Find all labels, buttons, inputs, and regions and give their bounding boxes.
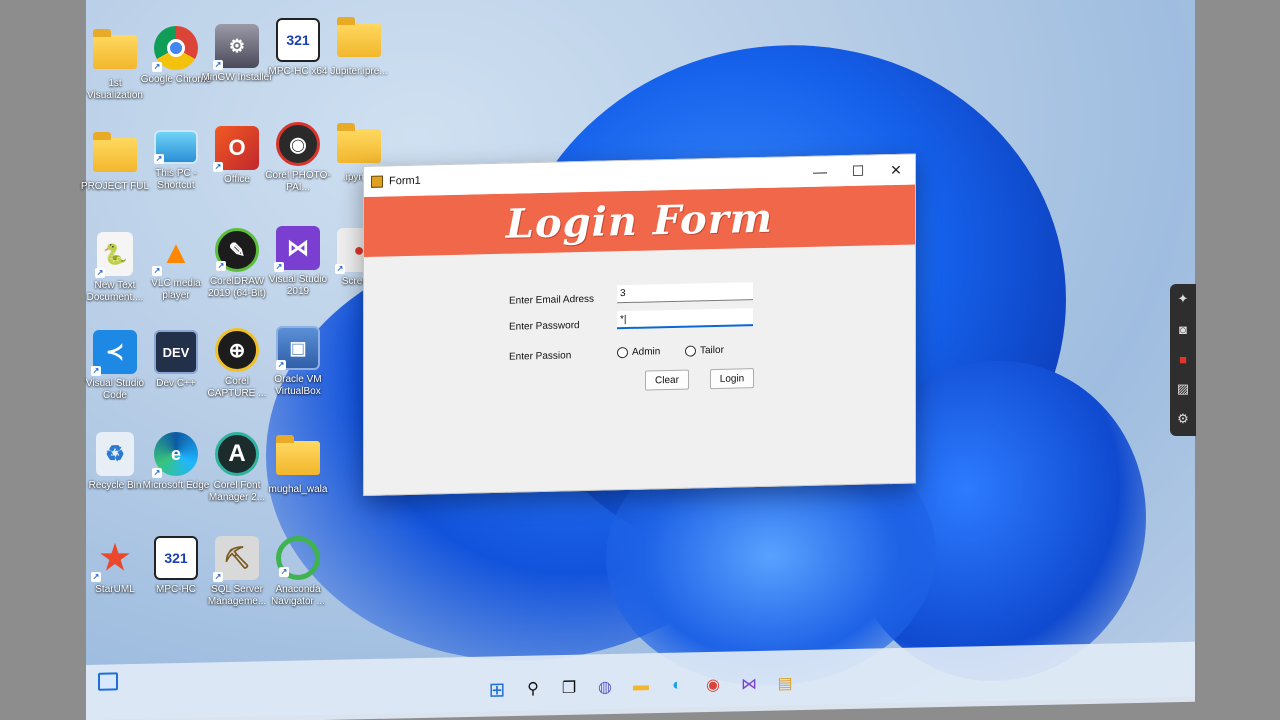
camera-icon: ◉ bbox=[276, 122, 320, 166]
desktop-icon-mughal-wala[interactable]: mughal_wala bbox=[265, 435, 331, 496]
tailor-radio-label: Tailor bbox=[700, 344, 724, 357]
email-field[interactable] bbox=[617, 282, 753, 304]
form-area: Enter Email Adress Enter Password Enter … bbox=[364, 244, 915, 495]
edge-icon: e ↗ bbox=[152, 432, 198, 478]
form-icon bbox=[371, 175, 383, 188]
recycle-bin-icon: ♻ bbox=[96, 432, 134, 476]
chat-icon[interactable]: ◍ bbox=[594, 676, 616, 698]
login-button[interactable]: Login bbox=[710, 368, 754, 390]
font-manager-icon: A bbox=[215, 432, 259, 476]
capture-icon: ⊕ bbox=[215, 328, 259, 372]
login-window: Form1 — ☐ ✕ Login Form Enter Email Adres… bbox=[363, 153, 916, 496]
vlc-icon: ▲ ↗ bbox=[152, 233, 192, 276]
pin-icon[interactable]: ✦ bbox=[1174, 290, 1192, 308]
radio-circle bbox=[617, 346, 628, 359]
clear-button[interactable]: Clear bbox=[645, 369, 689, 391]
settings-icon[interactable]: ⚙ bbox=[1174, 410, 1192, 428]
password-label: Enter Password bbox=[509, 320, 580, 333]
monitor-icon: ↗ bbox=[154, 130, 198, 164]
banner-title: Login Form bbox=[505, 194, 774, 248]
desktop-icon-jupiter[interactable]: Jupiter.ipre... bbox=[326, 17, 392, 78]
desktop-icon-visual-studio-2019[interactable]: ⋈ ↗ Visual Studio 2019 bbox=[265, 226, 331, 298]
mpc-icon: 321 bbox=[276, 18, 320, 62]
desktop-icon-this-pc[interactable]: ↗ This PC - Shortcut bbox=[143, 130, 209, 192]
installer-icon: ⚙ ↗ bbox=[213, 24, 259, 70]
desktop-icon-project-ful[interactable]: PROJECT FUL bbox=[81, 132, 149, 193]
desktop-icon-sql-server[interactable]: ⛏ ↗ SQL Server Manageme... bbox=[204, 536, 270, 608]
admin-radio[interactable]: Admin bbox=[617, 346, 661, 359]
vscode-icon: ≺ ↗ bbox=[91, 330, 137, 376]
folder-icon bbox=[93, 132, 137, 177]
desktop-icon-corel-font-manager[interactable]: A Corel Font Manager 2... bbox=[204, 432, 270, 504]
radio-circle bbox=[685, 345, 696, 357]
desktop-icon-google-chrome[interactable]: ↗ Google Chrome bbox=[141, 26, 211, 86]
desktop-icon-microsoft-edge[interactable]: e ↗ Microsoft Edge bbox=[143, 432, 209, 492]
chrome-icon[interactable]: ◉ bbox=[702, 674, 724, 696]
admin-radio-label: Admin bbox=[632, 346, 661, 358]
devcpp-icon: DEV bbox=[154, 330, 198, 374]
tailor-radio[interactable]: Tailor bbox=[685, 345, 724, 357]
python-file-icon: 🐍 ↗ bbox=[95, 232, 133, 278]
email-label: Enter Email Adress bbox=[509, 293, 595, 307]
anaconda-icon: ↗ bbox=[276, 536, 320, 580]
icon-label: Jupiter.ipre... bbox=[330, 66, 388, 77]
visual-studio-icon[interactable]: ⋈ bbox=[738, 673, 760, 695]
desktop-icon-mingw[interactable]: ⚙ ↗ MinGW Installer bbox=[201, 24, 273, 84]
desktop-icon-office[interactable]: O ↗ Office bbox=[204, 126, 270, 186]
icon-label: mughal_wala bbox=[268, 484, 328, 495]
desktop-icon-vlc[interactable]: ▲ ↗ VLC media player bbox=[143, 230, 209, 302]
folder-icon bbox=[337, 123, 381, 168]
record-icon[interactable]: ■ bbox=[1174, 350, 1192, 368]
maximize-button[interactable]: ☐ bbox=[839, 155, 877, 186]
mpc-icon: 321 bbox=[154, 536, 198, 580]
folder-icon bbox=[337, 17, 381, 62]
desktop-icon-staruml[interactable]: ★ ↗ StarUML bbox=[82, 536, 148, 596]
gallery-icon[interactable]: ▨ bbox=[1174, 380, 1192, 398]
search-icon[interactable]: ⚲ bbox=[522, 677, 544, 699]
taskbar-icons: ⊞ ⚲ ❐ ◍ ▬ ◐ ◉ ⋈ ▤ bbox=[486, 672, 796, 701]
folder-icon bbox=[93, 29, 137, 74]
star-icon: ★ ↗ bbox=[91, 539, 131, 582]
virtualbox-icon: ▣ ↗ bbox=[276, 326, 320, 370]
close-button[interactable]: ✕ bbox=[877, 154, 915, 185]
camera-icon[interactable]: ◙ bbox=[1174, 320, 1192, 338]
visual-studio-icon: ⋈ ↗ bbox=[274, 226, 320, 272]
start-icon[interactable]: ⊞ bbox=[486, 678, 508, 701]
passion-label: Enter Passion bbox=[509, 350, 572, 363]
desktop-icon-anaconda[interactable]: ↗ Anaconda Navigator ... bbox=[265, 536, 331, 608]
coreldraw-icon: ✎ ↗ bbox=[215, 228, 259, 272]
password-field[interactable] bbox=[617, 308, 753, 330]
desktop-icon-dev-cpp[interactable]: DEV Dev C++ bbox=[143, 330, 209, 390]
desktop-icon-mpc-hc[interactable]: 321 MPC-HC bbox=[143, 536, 209, 596]
explorer-icon[interactable]: ▬ bbox=[630, 675, 652, 697]
window-title: Form1 bbox=[389, 174, 421, 188]
minimize-button[interactable]: — bbox=[801, 156, 839, 187]
desktop-icon-new-text-document[interactable]: 🐍 ↗ New Text Document.... bbox=[82, 232, 148, 304]
icon-label: Anaconda Navigator ... bbox=[271, 584, 325, 607]
edge-icon[interactable]: ◐ bbox=[666, 674, 688, 696]
desktop-icon-1st-visualization[interactable]: 1st Visualization bbox=[82, 29, 148, 102]
widgets-icon[interactable] bbox=[98, 672, 118, 691]
desktop-icon-virtualbox[interactable]: ▣ ↗ Oracle VM VirtualBox bbox=[265, 326, 331, 398]
desktop-icon-coreldraw[interactable]: ✎ ↗ CorelDRAW 2019 (64-Bit) bbox=[204, 228, 270, 300]
capture-toolbar: ✦ ◙ ■ ▨ ⚙ bbox=[1170, 284, 1196, 436]
desktop-icon-mpc-hc-x64[interactable]: 321 MPC-HC x64 bbox=[265, 18, 331, 78]
taskview-icon[interactable]: ❐ bbox=[558, 677, 580, 699]
desktop-icon-corel-capture[interactable]: ⊕ Corel CAPTURE ... bbox=[204, 328, 270, 400]
store-icon[interactable]: ▤ bbox=[774, 672, 796, 694]
desktop-icon-vscode[interactable]: ≺ ↗ Visual Studio Code bbox=[82, 330, 148, 402]
sql-server-icon: ⛏ ↗ bbox=[213, 536, 259, 582]
chrome-icon: ↗ bbox=[152, 26, 198, 72]
desktop-icon-recycle-bin[interactable]: ♻ Recycle Bin bbox=[82, 432, 148, 492]
desktop-icon-corel-photo-paint[interactable]: ◉ Corel PHOTO-PAI... bbox=[265, 122, 331, 194]
folder-icon bbox=[276, 435, 320, 480]
office-icon: O ↗ bbox=[213, 126, 259, 172]
icon-label: Oracle VM VirtualBox bbox=[274, 374, 322, 397]
